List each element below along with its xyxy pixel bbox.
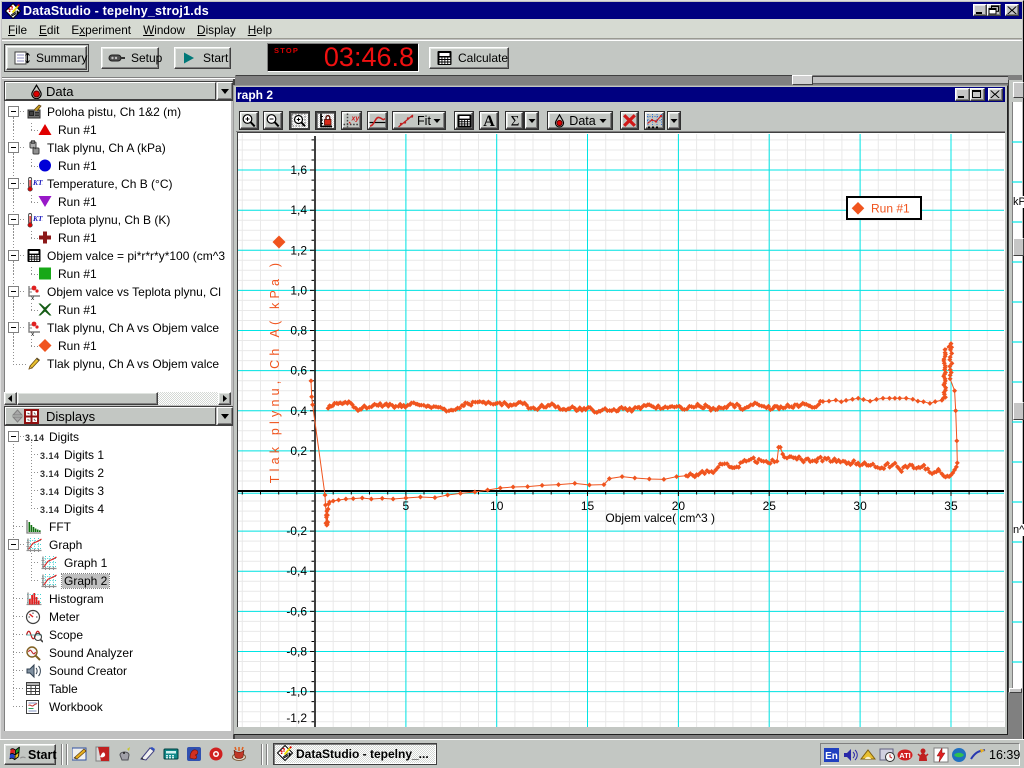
svg-text:Tlak plynu, Ch A( kPa ): Tlak plynu, Ch A( kPa ) <box>268 259 282 483</box>
svg-text:1,4: 1,4 <box>290 203 307 217</box>
svg-text:Objem valce( cm^3 ): Objem valce( cm^3 ) <box>605 511 715 525</box>
svg-text:-0,6: -0,6 <box>286 604 307 618</box>
svg-text:0,6: 0,6 <box>290 364 307 378</box>
svg-text:30: 30 <box>853 499 867 513</box>
svg-text:-0,4: -0,4 <box>286 564 307 578</box>
svg-text:3.14: 3.14 <box>40 505 60 515</box>
svg-text:0,4: 0,4 <box>290 404 307 418</box>
svg-text:25: 25 <box>763 499 777 513</box>
svg-text:0,2: 0,2 <box>290 444 307 458</box>
svg-text:KTD: KTD <box>32 178 43 187</box>
svg-text:5: 5 <box>403 499 410 513</box>
svg-text:3.14: 3.14 <box>40 487 60 497</box>
svg-text:-1,2: -1,2 <box>286 711 307 725</box>
svg-text:Σ: Σ <box>510 114 519 129</box>
svg-text:3.14: 3.14 <box>40 469 60 479</box>
svg-text:-1,0: -1,0 <box>286 685 307 699</box>
svg-text:0,8: 0,8 <box>290 324 307 338</box>
svg-text:-0,8: -0,8 <box>286 644 307 658</box>
svg-text:En: En <box>825 751 838 762</box>
svg-text:3.14: 3.14 <box>25 433 45 443</box>
svg-text:xy: xy <box>351 115 361 122</box>
svg-text:3.14: 3.14 <box>40 451 60 461</box>
svg-text:ATI: ATI <box>899 751 911 760</box>
svg-text:10: 10 <box>490 499 504 513</box>
svg-text:1,2: 1,2 <box>290 243 307 257</box>
svg-text:A: A <box>483 113 495 128</box>
svg-text:35: 35 <box>944 499 958 513</box>
svg-text:1,6: 1,6 <box>290 163 307 177</box>
svg-text:Run #1: Run #1 <box>871 202 910 216</box>
svg-text:-0,2: -0,2 <box>286 524 307 538</box>
svg-text:KTD: KTD <box>32 214 43 223</box>
svg-text:15: 15 <box>581 499 595 513</box>
svg-text:1,0: 1,0 <box>290 283 307 297</box>
